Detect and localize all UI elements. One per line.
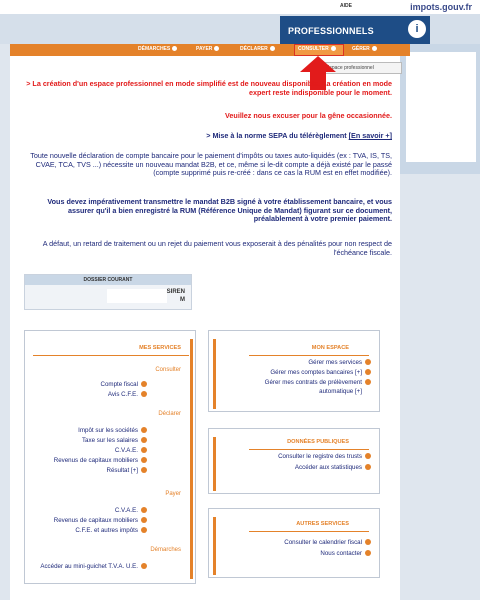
notice-apology: Veuillez nous excuser pour la gêne occas…: [225, 111, 392, 120]
m-label: M: [180, 297, 185, 303]
chevron-right-icon: [141, 437, 147, 443]
nav-item-payer[interactable]: PAYER: [196, 46, 220, 52]
taxe-salaires-link[interactable]: Taxe sur les salaires: [82, 437, 147, 444]
dossier-courant: DOSSIER COURANT SIREN M: [24, 274, 192, 310]
mini-guichet-link[interactable]: Accéder au mini-guichet T.V.A. U.E.: [40, 563, 147, 570]
site-url: impots.gouv.fr: [410, 2, 472, 12]
chevron-right-icon: [141, 457, 147, 463]
chevron-right-icon: [365, 453, 371, 459]
autres-services-title: AUTRES SERVICES: [296, 521, 349, 527]
accent-stripe: [213, 437, 216, 491]
registre-trusts-link[interactable]: Consulter le registre des trusts: [278, 453, 371, 460]
right-panel: [400, 44, 480, 174]
nav-item-consulter[interactable]: CONSULTER: [298, 46, 336, 52]
payer-heading: Payer: [165, 491, 181, 497]
sepa-warning-text: Vous devez impérativement transmettre le…: [47, 197, 392, 224]
declarer-heading: Déclarer: [158, 411, 181, 417]
gerer-comptes-link[interactable]: Gérer mes comptes bancaires [+]: [270, 369, 371, 376]
impot-societes-link[interactable]: Impôt sur les sociétés: [78, 427, 147, 434]
notice-creation: > La création d'un espace professionnel …: [26, 79, 392, 97]
chevron-right-icon: [365, 369, 371, 375]
chevron-right-icon: [365, 359, 371, 365]
accent-stripe: [190, 339, 193, 579]
mes-services-title: MES SERVICES: [139, 345, 181, 351]
divider: [249, 355, 369, 356]
statistiques-link[interactable]: Accéder aux statistiques: [295, 464, 371, 471]
sepa-heading: > Mise à la norme SEPA du télérèglement …: [206, 131, 392, 140]
chevron-right-icon: [365, 379, 371, 385]
chevron-right-icon: [141, 507, 147, 513]
bullet-icon: [330, 46, 336, 51]
chevron-right-icon: [141, 517, 147, 523]
divider: [249, 531, 369, 532]
cfe-payer-link[interactable]: C.F.E. et autres impôts: [75, 527, 147, 534]
nav-item-gerer[interactable]: GÉRER: [352, 46, 377, 52]
chevron-right-icon: [365, 464, 371, 470]
rcm-declarer-link[interactable]: Revenus de capitaux mobiliers: [54, 457, 147, 464]
chevron-right-icon: [141, 427, 147, 433]
sepa-more-link[interactable]: [En savoir +]: [349, 131, 392, 140]
mes-services-box: MES SERVICES Consulter Compte fiscal Avi…: [24, 330, 196, 584]
right-panel-content: [406, 52, 476, 162]
donnees-publiques-box: DONNÉES PUBLIQUES Consulter le registre …: [208, 428, 380, 494]
bullet-icon: [371, 46, 377, 51]
sepa-penalty-text: A défaut, un retard de traitement ou un …: [42, 239, 392, 257]
nav-item-declarer[interactable]: DÉCLARER: [240, 46, 275, 52]
divider: [33, 355, 189, 356]
autres-services-box: AUTRES SERVICES Consulter le calendrier …: [208, 508, 380, 578]
chevron-right-icon: [141, 527, 147, 533]
chevron-right-icon: [141, 563, 147, 569]
chevron-right-icon: [141, 467, 147, 473]
mon-espace-box: MON ESPACE Gérer mes services Gérer mes …: [208, 330, 380, 412]
chevron-right-icon: [141, 381, 147, 387]
section-title: PROFESSIONNELS: [288, 26, 374, 36]
mon-espace-title: MON ESPACE: [311, 345, 349, 351]
nav-item-demarches[interactable]: DÉMARCHES: [138, 46, 178, 52]
chevron-right-icon: [141, 447, 147, 453]
resultat-link[interactable]: Résultat [+]: [107, 467, 147, 474]
sepa-info-text: Toute nouvelle déclaration de compte ban…: [30, 151, 392, 178]
help-link[interactable]: AIDE: [340, 3, 352, 9]
consulter-heading: Consulter: [155, 367, 181, 373]
gerer-contrats-link-cont[interactable]: automatique [+]: [319, 388, 362, 395]
bullet-icon: [269, 46, 275, 51]
chevron-right-icon: [365, 539, 371, 545]
nous-contacter-link[interactable]: Nous contacter: [320, 550, 371, 557]
avis-cfe-link[interactable]: Avis C.F.E.: [108, 391, 147, 398]
dossier-title: DOSSIER COURANT: [25, 275, 191, 285]
calendrier-fiscal-link[interactable]: Consulter le calendrier fiscal: [284, 539, 371, 546]
accent-stripe: [213, 517, 216, 575]
chevron-right-icon: [141, 391, 147, 397]
redacted-siren: [107, 289, 167, 303]
donnees-publiques-title: DONNÉES PUBLIQUES: [287, 439, 349, 445]
siren-label: SIREN: [166, 289, 185, 295]
chevron-right-icon: [365, 550, 371, 556]
top-bar: AIDE impots.gouv.fr: [0, 0, 480, 14]
rcm-payer-link[interactable]: Revenus de capitaux mobiliers: [54, 517, 147, 524]
gerer-contrats-link[interactable]: Gérer mes contrats de prélèvement: [265, 379, 371, 386]
cvae-payer-link[interactable]: C.V.A.E.: [115, 507, 147, 514]
gerer-services-link[interactable]: Gérer mes services: [308, 359, 371, 366]
cvae-declarer-link[interactable]: C.V.A.E.: [115, 447, 147, 454]
demarches-heading: Démarches: [150, 547, 181, 553]
divider: [249, 449, 369, 450]
logo-icon[interactable]: i: [408, 20, 426, 38]
bullet-icon: [172, 46, 178, 51]
accent-stripe: [213, 339, 216, 409]
bullet-icon: [214, 46, 220, 51]
compte-fiscal-link[interactable]: Compte fiscal: [101, 381, 147, 388]
